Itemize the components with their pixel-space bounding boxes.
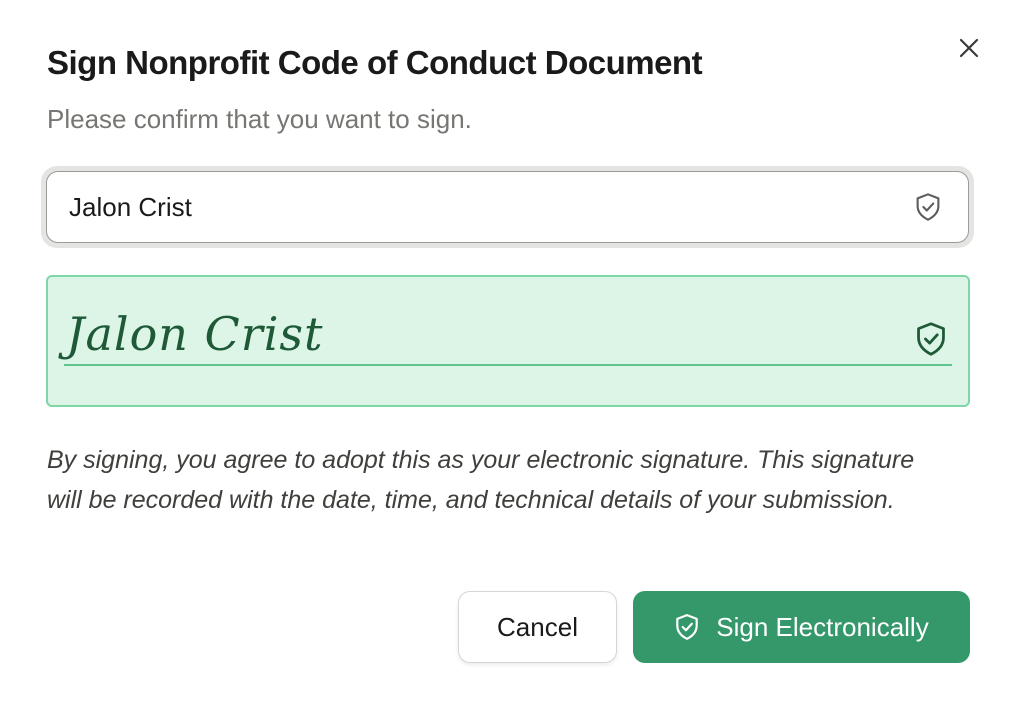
close-icon bbox=[959, 38, 979, 58]
shield-check-icon bbox=[917, 322, 945, 356]
sign-electronically-button[interactable]: Sign Electronically bbox=[633, 591, 970, 663]
signature-baseline bbox=[64, 364, 952, 366]
shield-check-icon bbox=[916, 193, 940, 221]
close-button[interactable] bbox=[950, 30, 988, 66]
dialog-subtitle: Please confirm that you want to sign. bbox=[47, 104, 472, 134]
signature-preview: Jalon Crist bbox=[46, 275, 970, 407]
sign-button-label: Sign Electronically bbox=[716, 611, 929, 642]
shield-check-icon bbox=[674, 613, 700, 641]
sign-document-dialog: Sign Nonprofit Code of Conduct Document … bbox=[0, 0, 1016, 708]
signature-text: Jalon Crist bbox=[66, 307, 324, 361]
cancel-button-label: Cancel bbox=[497, 611, 578, 642]
name-input-container bbox=[46, 171, 969, 243]
name-input-focus-ring bbox=[41, 166, 974, 248]
cancel-button[interactable]: Cancel bbox=[458, 591, 617, 663]
dialog-title: Sign Nonprofit Code of Conduct Document bbox=[47, 44, 703, 81]
signature-disclaimer: By signing, you agree to adopt this as y… bbox=[47, 446, 915, 514]
signer-name-input[interactable] bbox=[69, 172, 889, 242]
